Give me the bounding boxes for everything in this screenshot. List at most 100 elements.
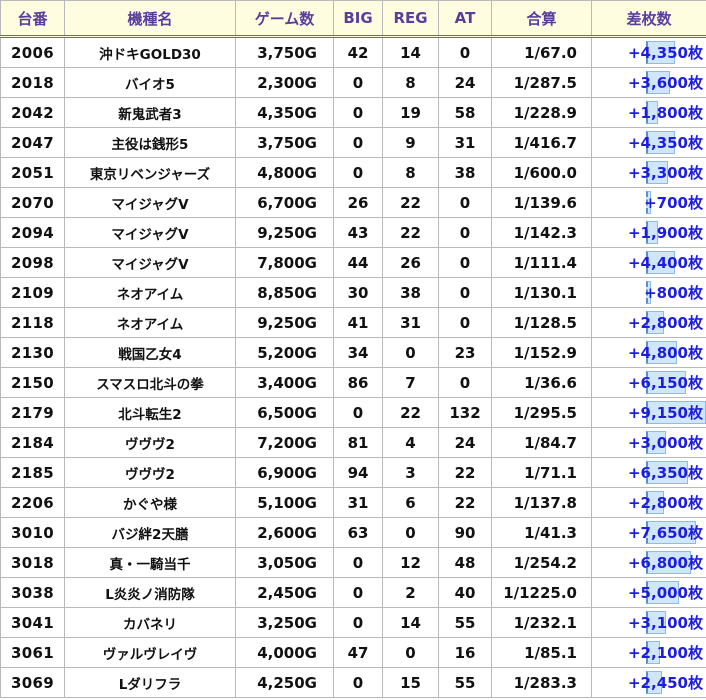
combined-rate-cell: 1/1225.0 <box>491 577 592 608</box>
reg-count-cell: 8 <box>382 157 439 188</box>
at-count-cell: 40 <box>438 577 492 608</box>
coin-difference-value: +9,150枚 <box>627 404 703 422</box>
machine-name-cell: ネオアイム <box>64 307 236 338</box>
reg-count-cell: 15 <box>382 667 439 698</box>
machine-number-cell: 2150 <box>0 367 65 398</box>
combined-rate-cell: 1/283.3 <box>491 667 592 698</box>
header-coin-difference[interactable]: 差枚数 <box>591 0 706 38</box>
table-row: 2070 マイジャグV 6,700G 26 22 0 1/139.6 +700枚 <box>0 187 706 218</box>
machine-number-cell: 2098 <box>0 247 65 278</box>
coin-difference-value: +1,900枚 <box>627 224 703 242</box>
machine-number-cell: 2109 <box>0 277 65 308</box>
coin-difference-cell: +2,800枚 <box>591 307 706 338</box>
big-count-cell: 0 <box>333 577 383 608</box>
combined-rate-cell: 1/232.1 <box>491 607 592 638</box>
game-count-cell: 4,350G <box>235 97 334 128</box>
machine-number-cell: 2179 <box>0 397 65 428</box>
combined-rate-cell: 1/36.6 <box>491 367 592 398</box>
at-count-cell: 90 <box>438 517 492 548</box>
machine-name-cell: マイジャグV <box>64 247 236 278</box>
machine-number-cell: 2018 <box>0 67 65 98</box>
machine-name-cell: ネオアイム <box>64 277 236 308</box>
table-row: 2206 かぐや様 5,100G 31 6 22 1/137.8 +2,800枚 <box>0 487 706 518</box>
coin-difference-cell: +800枚 <box>591 277 706 308</box>
machine-name-cell: 新鬼武者3 <box>64 97 236 128</box>
machine-name-cell: ヴヴヴ2 <box>64 457 236 488</box>
combined-rate-cell: 1/142.3 <box>491 217 592 248</box>
reg-count-cell: 0 <box>382 637 439 668</box>
reg-count-cell: 6 <box>382 487 439 518</box>
machine-number-cell: 2051 <box>0 157 65 188</box>
combined-rate-cell: 1/111.4 <box>491 247 592 278</box>
combined-rate-cell: 1/295.5 <box>491 397 592 428</box>
coin-difference-value: +7,650枚 <box>627 524 703 542</box>
game-count-cell: 9,250G <box>235 307 334 338</box>
coin-difference-value: +2,450枚 <box>627 674 703 692</box>
header-machine-name[interactable]: 機種名 <box>64 0 236 38</box>
game-count-cell: 6,700G <box>235 187 334 218</box>
game-count-cell: 3,750G <box>235 127 334 158</box>
slot-data-table: 台番 機種名 ゲーム数 BIG REG AT 合算 差枚数 2006 沖ドキGOL… <box>0 0 706 698</box>
reg-count-cell: 0 <box>382 517 439 548</box>
coin-difference-cell: +6,800枚 <box>591 547 706 578</box>
game-count-cell: 9,250G <box>235 217 334 248</box>
reg-count-cell: 0 <box>382 337 439 368</box>
header-big[interactable]: BIG <box>333 0 383 38</box>
reg-count-cell: 3 <box>382 457 439 488</box>
coin-difference-value: +6,800枚 <box>627 554 703 572</box>
coin-difference-value: +4,350枚 <box>627 44 703 62</box>
machine-name-cell: マイジャグV <box>64 217 236 248</box>
reg-count-cell: 9 <box>382 127 439 158</box>
reg-count-cell: 8 <box>382 67 439 98</box>
game-count-cell: 7,800G <box>235 247 334 278</box>
reg-count-cell: 2 <box>382 577 439 608</box>
coin-difference-value: +3,000枚 <box>627 434 703 452</box>
table-row: 2098 マイジャグV 7,800G 44 26 0 1/111.4 +4,400枚 <box>0 247 706 278</box>
coin-difference-value: +4,800枚 <box>627 344 703 362</box>
at-count-cell: 0 <box>438 247 492 278</box>
at-count-cell: 24 <box>438 67 492 98</box>
at-count-cell: 23 <box>438 337 492 368</box>
machine-number-cell: 3010 <box>0 517 65 548</box>
at-count-cell: 0 <box>438 277 492 308</box>
combined-rate-cell: 1/137.8 <box>491 487 592 518</box>
table-row: 2118 ネオアイム 9,250G 41 31 0 1/128.5 +2,800枚 <box>0 307 706 338</box>
game-count-cell: 8,850G <box>235 277 334 308</box>
coin-difference-value: +700枚 <box>644 194 703 212</box>
big-count-cell: 0 <box>333 667 383 698</box>
reg-count-cell: 14 <box>382 607 439 638</box>
table-row: 3038 L炎炎ノ消防隊 2,450G 0 2 40 1/1225.0 +5,000枚 <box>0 577 706 608</box>
coin-difference-value: +5,000枚 <box>627 584 703 602</box>
game-count-cell: 3,250G <box>235 607 334 638</box>
machine-name-cell: バジ絆2天膳 <box>64 517 236 548</box>
machine-number-cell: 2184 <box>0 427 65 458</box>
coin-difference-cell: +2,450枚 <box>591 667 706 698</box>
game-count-cell: 4,000G <box>235 637 334 668</box>
combined-rate-cell: 1/130.1 <box>491 277 592 308</box>
reg-count-cell: 26 <box>382 247 439 278</box>
coin-difference-cell: +2,100枚 <box>591 637 706 668</box>
combined-rate-cell: 1/41.3 <box>491 517 592 548</box>
machine-name-cell: L炎炎ノ消防隊 <box>64 577 236 608</box>
at-count-cell: 48 <box>438 547 492 578</box>
header-combined-rate[interactable]: 合算 <box>491 0 592 38</box>
reg-count-cell: 7 <box>382 367 439 398</box>
reg-count-cell: 19 <box>382 97 439 128</box>
header-at[interactable]: AT <box>438 0 492 38</box>
combined-rate-cell: 1/416.7 <box>491 127 592 158</box>
big-count-cell: 34 <box>333 337 383 368</box>
at-count-cell: 22 <box>438 457 492 488</box>
machine-number-cell: 2070 <box>0 187 65 218</box>
game-count-cell: 7,200G <box>235 427 334 458</box>
coin-difference-value: +1,800枚 <box>627 104 703 122</box>
machine-name-cell: カバネリ <box>64 607 236 638</box>
reg-count-cell: 12 <box>382 547 439 578</box>
header-game-count[interactable]: ゲーム数 <box>235 0 334 38</box>
table-row: 2018 バイオ5 2,300G 0 8 24 1/287.5 +3,600枚 <box>0 67 706 98</box>
combined-rate-cell: 1/600.0 <box>491 157 592 188</box>
header-reg[interactable]: REG <box>382 0 439 38</box>
header-machine-number[interactable]: 台番 <box>0 0 65 38</box>
at-count-cell: 16 <box>438 637 492 668</box>
at-count-cell: 22 <box>438 487 492 518</box>
big-count-cell: 44 <box>333 247 383 278</box>
